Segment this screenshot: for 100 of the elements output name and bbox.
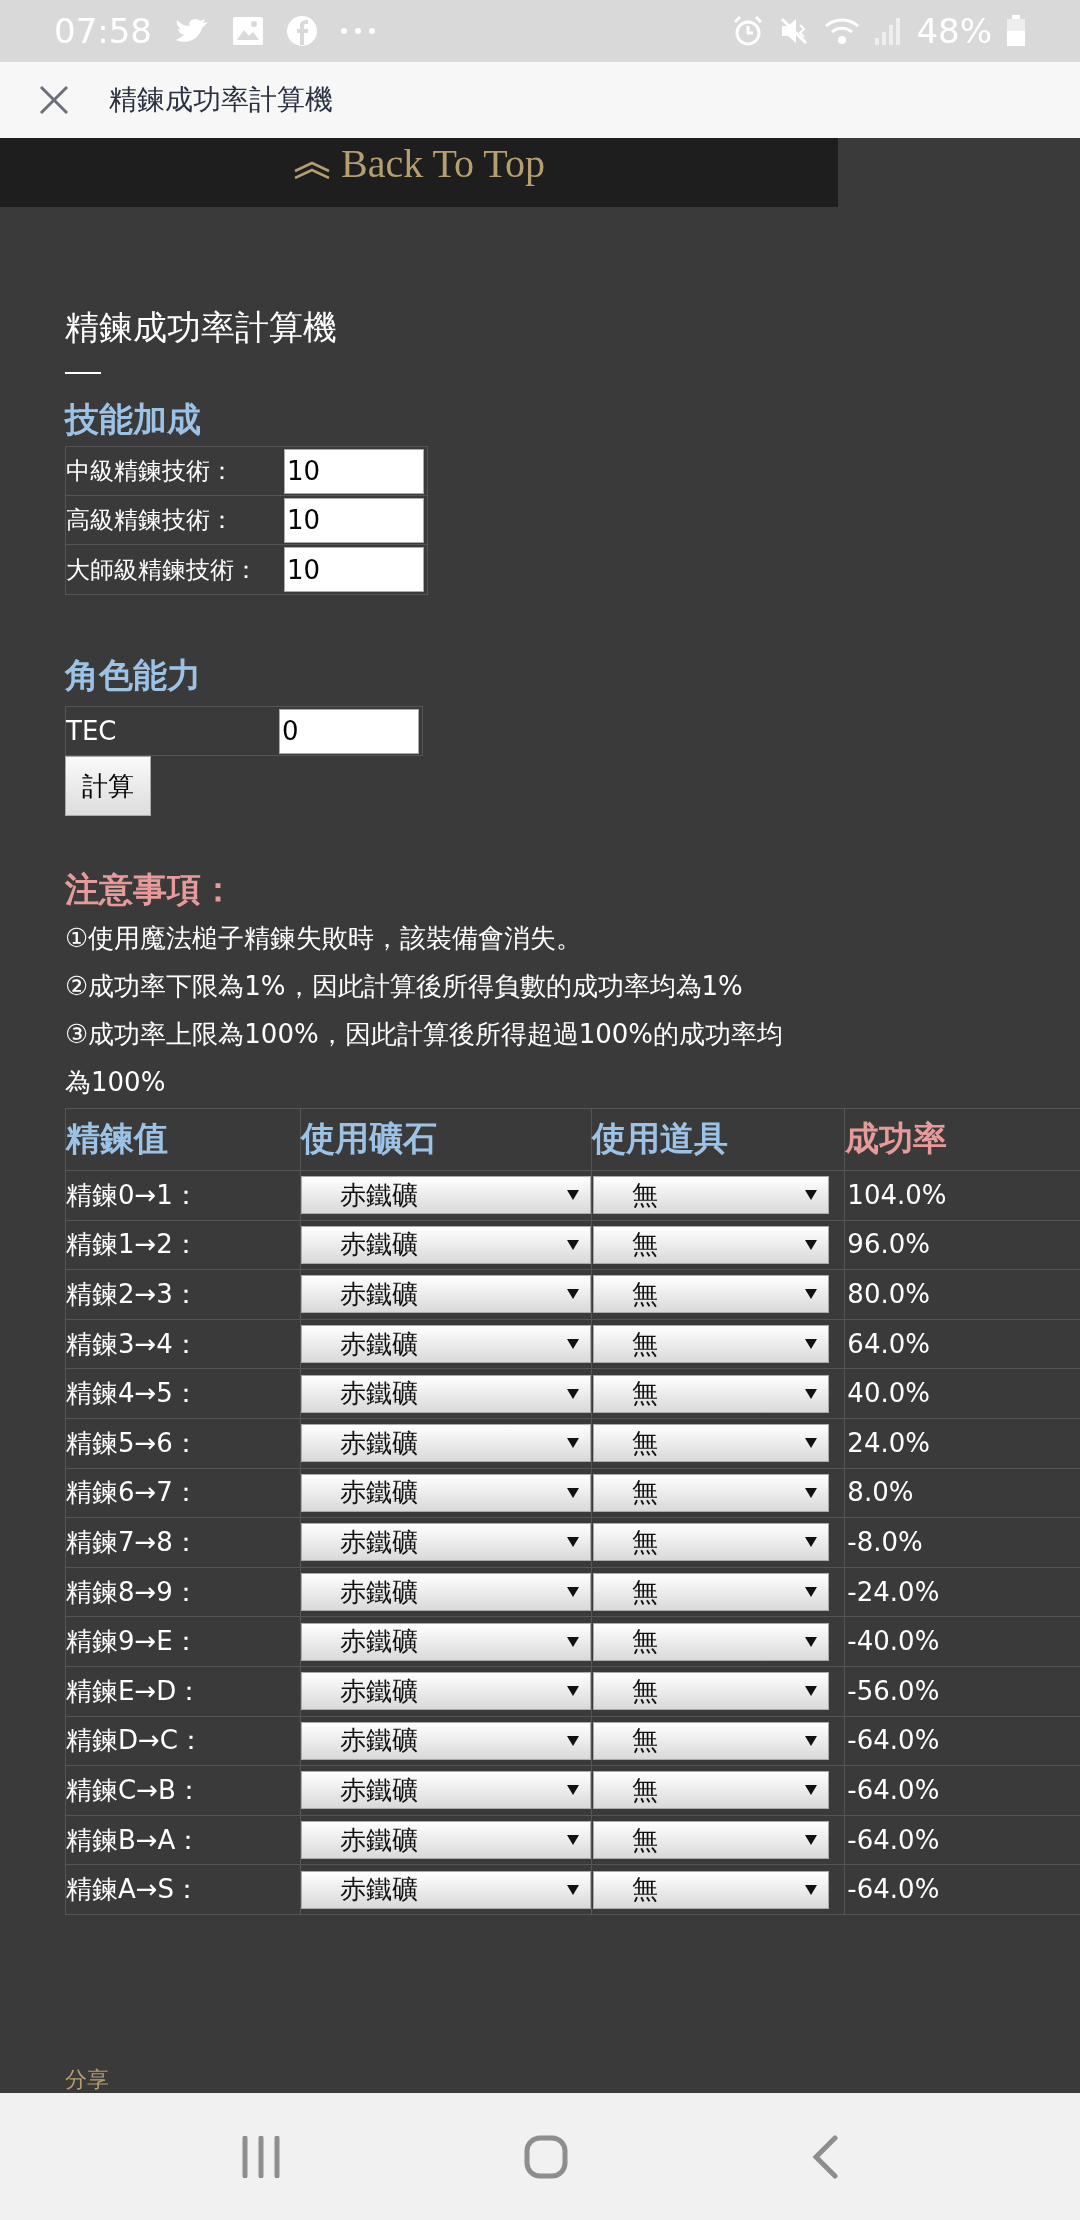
double-chevron-icon: [293, 161, 331, 179]
table-cell: 精鍊4→5：: [66, 1369, 301, 1418]
dropdown[interactable]: 赤鐵礦: [300, 1523, 591, 1562]
dropdown[interactable]: 赤鐵礦: [300, 1870, 591, 1909]
caret-icon: [803, 1238, 818, 1251]
table-cell-text: -24.0%: [846, 1575, 941, 1609]
alarm-icon: [732, 15, 765, 47]
table-cell-text: 80.0%: [846, 1278, 931, 1311]
note-text: ③成功率上限為100%，因此計算後所得超過100%的成功率均為100%: [65, 1018, 784, 1099]
table-cell-text: 96.0%: [846, 1228, 931, 1262]
table-cell-text: 104.0%: [846, 1178, 948, 1212]
back-icon[interactable]: [810, 2134, 839, 2179]
table-cell: 精鍊1→2：: [66, 1220, 301, 1270]
dropdown[interactable]: 赤鐵礦: [300, 1225, 591, 1264]
column-header: 使用道具: [591, 1109, 846, 1170]
table-cell-text: 24.0%: [846, 1426, 931, 1460]
dropdown[interactable]: 赤鐵礦: [300, 1821, 591, 1859]
table-cell-text: 8.0%: [846, 1476, 915, 1510]
caret-icon: [565, 1238, 580, 1251]
caret-icon: [803, 1437, 818, 1450]
back-to-top-link[interactable]: Back To Top: [293, 144, 545, 184]
notes-heading: 注意事項：: [65, 868, 236, 911]
field-label: TEC: [66, 714, 118, 748]
number-field[interactable]: 10: [284, 497, 424, 543]
caret-icon: [803, 1387, 818, 1400]
number-field[interactable]: 10: [284, 547, 424, 592]
caret-icon: [803, 1883, 818, 1896]
caret-icon: [565, 1387, 580, 1400]
dropdown[interactable]: 無: [592, 1672, 829, 1711]
dropdown[interactable]: 無: [592, 1771, 829, 1810]
caret-icon: [565, 1536, 580, 1549]
section-heading: 技能加成: [65, 398, 202, 441]
table-cell: 精鍊9→E：: [66, 1617, 301, 1666]
column-header: 精鍊值: [66, 1109, 301, 1170]
dropdown[interactable]: 無: [592, 1325, 829, 1364]
dropdown[interactable]: 無: [592, 1275, 829, 1314]
table-cell: 精鍊B→A：: [66, 1815, 301, 1865]
dropdown[interactable]: 無: [592, 1424, 829, 1463]
dropdown[interactable]: 赤鐵礦: [300, 1622, 591, 1661]
home-icon[interactable]: [524, 2134, 568, 2179]
table-cell: 精鍊6→7：: [66, 1468, 301, 1518]
table-cell-text: -8.0%: [846, 1525, 924, 1559]
table-cell-text: 40.0%: [846, 1377, 931, 1411]
field-label: 中級精鍊技術：: [66, 456, 235, 487]
caret-icon: [803, 1536, 818, 1549]
note-text: ②成功率下限為1%，因此計算後所得負數的成功率均為1%: [65, 970, 744, 1003]
dropdown[interactable]: 赤鐵礦: [300, 1325, 591, 1364]
number-field[interactable]: 0: [279, 708, 419, 754]
caret-icon: [803, 1784, 818, 1797]
circle-f-icon: [286, 15, 318, 47]
note-text: ①使用魔法槌子精鍊失敗時，該裝備會消失。: [65, 922, 584, 955]
dropdown[interactable]: 無: [592, 1573, 829, 1612]
dropdown[interactable]: 無: [592, 1622, 829, 1661]
dropdown[interactable]: 赤鐵礦: [300, 1771, 591, 1810]
dropdown[interactable]: 赤鐵礦: [300, 1424, 591, 1463]
more-icon: [340, 27, 376, 35]
table-cell-text: -64.0%: [846, 1724, 941, 1758]
caret-icon: [803, 1486, 818, 1499]
dropdown[interactable]: 赤鐵礦: [300, 1573, 591, 1612]
dropdown[interactable]: 無: [592, 1721, 829, 1760]
calculate-button[interactable]: 計算: [65, 756, 151, 816]
dropdown[interactable]: 赤鐵礦: [300, 1672, 591, 1711]
table-cell: 精鍊D→C：: [66, 1716, 301, 1766]
table-cell-text: -40.0%: [846, 1625, 941, 1659]
caret-icon: [803, 1288, 818, 1301]
share-label: 分享: [65, 2069, 109, 2091]
table-cell: 精鍊E→D：: [66, 1666, 301, 1716]
page-title: 精鍊成功率計算機: [65, 306, 338, 349]
dropdown[interactable]: 赤鐵礦: [300, 1721, 591, 1760]
caret-icon: [565, 1834, 580, 1846]
dropdown[interactable]: 無: [592, 1870, 829, 1909]
image-icon: [232, 16, 264, 46]
dropdown[interactable]: 無: [592, 1225, 829, 1264]
dropdown[interactable]: 赤鐵礦: [300, 1374, 591, 1413]
dropdown[interactable]: 赤鐵礦: [300, 1473, 591, 1512]
caret-icon: [565, 1883, 580, 1896]
field-label: 大師級精鍊技術：: [66, 554, 259, 586]
caret-icon: [565, 1486, 580, 1499]
field-label: 高級精鍊技術：: [66, 505, 235, 536]
caret-icon: [803, 1834, 818, 1846]
dropdown[interactable]: 無: [592, 1821, 829, 1859]
table-cell: 精鍊8→9：: [66, 1567, 301, 1617]
app-bar-title: 精鍊成功率計算機: [109, 82, 333, 118]
dropdown[interactable]: 無: [592, 1473, 829, 1512]
number-field[interactable]: 10: [284, 448, 424, 494]
table-cell: 精鍊A→S：: [66, 1865, 301, 1914]
dropdown[interactable]: 無: [592, 1374, 829, 1413]
table-cell-text: -64.0%: [846, 1873, 941, 1907]
dropdown[interactable]: 無: [592, 1176, 829, 1215]
dropdown[interactable]: 無: [592, 1523, 829, 1562]
table-cell: 精鍊C→B：: [66, 1766, 301, 1815]
recent-apps-icon[interactable]: [241, 2135, 282, 2178]
close-icon[interactable]: [39, 85, 69, 115]
caret-icon: [565, 1586, 580, 1599]
table-cell-text: -64.0%: [846, 1823, 941, 1857]
dropdown[interactable]: 赤鐵礦: [300, 1176, 591, 1215]
dropdown[interactable]: 赤鐵礦: [300, 1275, 591, 1314]
caret-icon: [803, 1635, 818, 1648]
column-header: 使用礦石: [300, 1109, 592, 1170]
caret-icon: [803, 1734, 818, 1747]
